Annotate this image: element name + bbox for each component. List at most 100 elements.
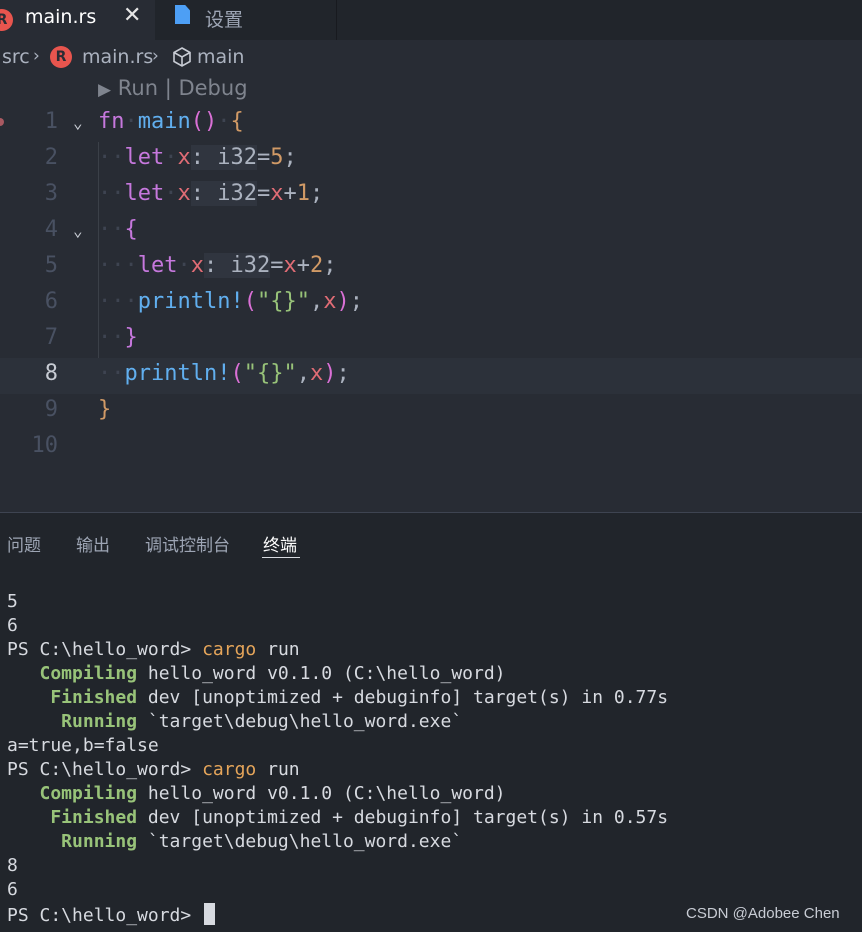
status-detail: `target\debug\hello_word.exe` — [137, 831, 463, 852]
chevron-down-icon[interactable]: ⌄ — [73, 115, 87, 131]
type-hint: i32 — [217, 181, 257, 206]
status-detail: hello_word v0.1.0 (C:\hello_word) — [137, 783, 506, 804]
breadcrumb-file[interactable]: main.rs — [82, 46, 153, 68]
editor-tab-bar: R main.rs ✕ 设置 — [0, 0, 862, 40]
line-number: 5 — [44, 253, 58, 278]
terminal-line: 5 — [7, 591, 18, 612]
status-label: Running — [7, 831, 138, 852]
status-label: Finished — [7, 807, 138, 828]
status-detail: `target\debug\hello_word.exe` — [137, 711, 463, 732]
tab-debug-console[interactable]: 调试控制台 — [145, 531, 230, 556]
function-name: main — [137, 109, 191, 134]
line-number: 2 — [44, 145, 58, 170]
type-hint: i32 — [230, 253, 271, 278]
terminal-line: Running `target\debug\hello_word.exe` — [7, 711, 462, 735]
terminal-line: Compiling hello_word v0.1.0 (C:\hello_wo… — [7, 783, 506, 807]
code-line[interactable]: 1 ⌄ fn·main()·{ — [0, 106, 862, 142]
tab-problems[interactable]: 问题 — [7, 531, 41, 556]
macro: println! — [124, 361, 231, 386]
variable: x — [177, 145, 191, 170]
line-number: 3 — [44, 181, 58, 206]
brace: { — [124, 217, 138, 242]
settings-file-icon — [175, 5, 190, 24]
brace: } — [98, 397, 112, 422]
tab-output[interactable]: 输出 — [76, 531, 110, 556]
semicolon: ; — [283, 145, 297, 170]
semicolon: ; — [349, 289, 363, 314]
terminal-line: PS C:\hello_word> cargo run — [7, 639, 300, 663]
code-line-current[interactable]: 8 ··println!("{}",x); — [0, 358, 862, 394]
terminal-line: 6 — [7, 879, 18, 900]
semicolon: ; — [310, 181, 324, 206]
tab-main-rs[interactable]: R main.rs ✕ — [0, 0, 155, 40]
code-line[interactable]: 4 ⌄ ··{ — [0, 214, 862, 250]
command-args: run — [256, 759, 300, 780]
parens: () — [190, 109, 218, 134]
rust-file-icon: R — [0, 9, 13, 31]
code-line[interactable]: 6 ···println!("{}",x); — [0, 286, 862, 322]
code-line[interactable]: 2 ··let·x: i32=5; — [0, 142, 862, 178]
rust-file-icon: R — [50, 46, 72, 68]
tab-terminal[interactable]: 终端 — [263, 531, 297, 556]
active-tab-underline — [262, 557, 300, 558]
terminal-line: PS C:\hello_word> cargo run — [7, 759, 300, 783]
terminal-line: 8 — [7, 855, 18, 876]
keyword: let — [137, 253, 178, 278]
operator: + — [296, 253, 310, 278]
run-triangle-icon: ▶ — [98, 80, 112, 100]
semicolon: ; — [323, 253, 337, 278]
variable: x — [177, 181, 191, 206]
status-label: Running — [7, 711, 138, 732]
status-detail: dev [unoptimized + debuginfo] target(s) … — [137, 807, 669, 828]
chevron-right-icon: › — [33, 46, 40, 66]
prompt: PS C:\hello_word> — [7, 639, 203, 660]
codelens[interactable]: ▶ Run | Debug — [98, 76, 248, 100]
cube-symbol-icon — [173, 47, 191, 67]
variable: x — [283, 253, 297, 278]
close-icon[interactable]: ✕ — [123, 3, 141, 28]
code-line[interactable]: 3 ··let·x: i32=x+1; — [0, 178, 862, 214]
number: 1 — [296, 181, 310, 206]
command: cargo — [202, 759, 257, 780]
chevron-down-icon[interactable]: ⌄ — [73, 223, 87, 239]
string: "{}" — [256, 289, 310, 314]
terminal-prompt-line[interactable]: PS C:\hello_word> — [7, 903, 216, 927]
variable: x — [323, 289, 337, 314]
terminal-line: 6 — [7, 615, 18, 636]
breadcrumb-symbol[interactable]: main — [197, 46, 244, 68]
line-number: 1 — [44, 109, 58, 134]
variable: x — [190, 253, 204, 278]
number: 5 — [270, 145, 284, 170]
status-label: Compiling — [7, 663, 138, 684]
code-line[interactable]: 10 — [0, 430, 862, 466]
type-hint: i32 — [217, 145, 257, 170]
brace: } — [124, 325, 138, 350]
chevron-right-icon: › — [152, 46, 159, 66]
keyword: let — [124, 181, 165, 206]
keyword: let — [124, 145, 165, 170]
terminal-line: Finished dev [unoptimized + debuginfo] t… — [7, 687, 668, 711]
breadcrumb-folder[interactable]: src — [2, 46, 30, 68]
watermark: CSDN @Adobee Chen — [686, 905, 840, 922]
keyword: fn — [98, 109, 125, 134]
terminal-line: Running `target\debug\hello_word.exe` — [7, 831, 462, 855]
operator: + — [283, 181, 297, 206]
prompt: PS C:\hello_word> — [7, 759, 203, 780]
tab-label: main.rs — [25, 6, 97, 28]
variable: x — [309, 361, 324, 386]
prompt: PS C:\hello_word> — [7, 905, 203, 926]
codelens-label[interactable]: Run | Debug — [118, 76, 248, 100]
brace: { — [230, 109, 244, 134]
line-number: 6 — [44, 289, 58, 314]
terminal-cursor — [204, 903, 216, 925]
code-line[interactable]: 7 ··} — [0, 322, 862, 358]
status-detail: dev [unoptimized + debuginfo] target(s) … — [137, 687, 669, 708]
code-line[interactable]: 9 } — [0, 394, 862, 430]
semicolon: ; — [336, 361, 350, 386]
line-number: 7 — [44, 325, 58, 350]
tab-settings[interactable]: 设置 — [155, 0, 337, 40]
line-number: 9 — [44, 397, 58, 422]
status-label: Compiling — [7, 783, 138, 804]
code-line[interactable]: 5 ···let·x: i32=x+2; — [0, 250, 862, 286]
tab-label: 设置 — [205, 9, 244, 31]
